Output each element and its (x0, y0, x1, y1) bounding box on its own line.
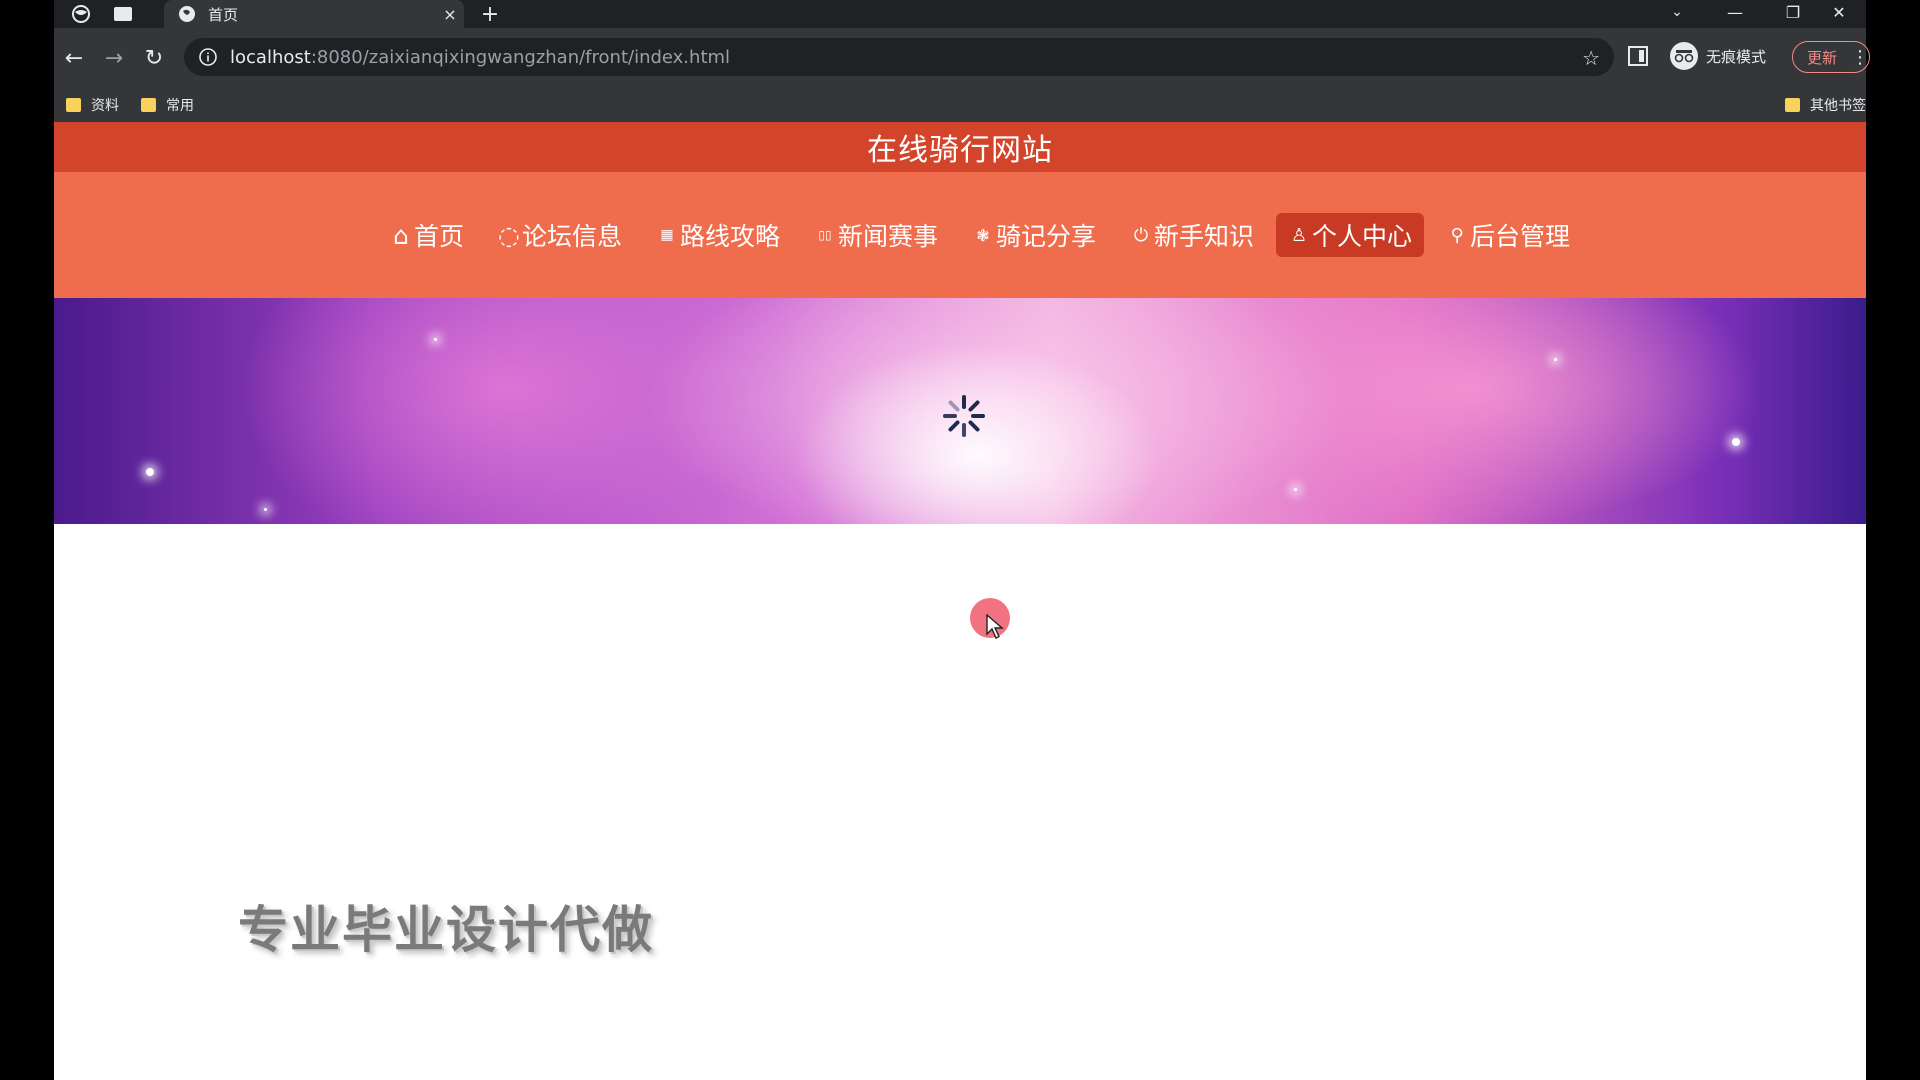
update-button[interactable]: 更新 ⋮ (1792, 41, 1870, 73)
tab-groups-icon[interactable] (104, 0, 142, 28)
site-header: 在线骑行网站 (54, 122, 1866, 172)
incognito-indicator[interactable]: 无痕模式 (1670, 42, 1766, 70)
tab-title: 首页 (208, 5, 239, 24)
menu-icon[interactable]: ⋮ (1851, 47, 1869, 68)
nav-label: 路线攻略 (679, 222, 780, 251)
link-icon: ⚲ (1450, 224, 1464, 246)
close-window-button[interactable]: ✕ (1810, 0, 1868, 24)
url-text: localhost:8080/zaixianqixingwangzhan/fro… (230, 46, 731, 68)
bookmark-star-icon[interactable]: ☆ (1582, 46, 1600, 70)
user-icon: ♙ (1290, 224, 1308, 246)
nav-item-admin[interactable]: ⚲ 后台管理 (1434, 213, 1582, 257)
banner-sparkle (434, 338, 437, 341)
nav-label: 个人中心 (1312, 222, 1413, 251)
home-icon: ⌂ (393, 220, 409, 250)
main-nav: ⌂ 首页 ◌ 论坛信息 ▦ 路线攻略 ▯▯ 新闻赛事 ❃ 骑记分享 ⏻ 新手知识… (54, 172, 1866, 298)
update-label: 更新 (1807, 48, 1838, 67)
banner-sparkle (264, 508, 267, 511)
banner-sparkle (1294, 488, 1297, 491)
web-page: 在线骑行网站 ⌂ 首页 ◌ 论坛信息 ▦ 路线攻略 ▯▯ 新闻赛事 ❃ 骑记分享… (54, 122, 1866, 1080)
incognito-label: 无痕模式 (1706, 47, 1767, 66)
news-icon: ▯▯ (818, 228, 832, 242)
browser-tab-strip: 首页 × + ⌄ — ❐ ✕ (54, 0, 1866, 28)
bookmark-label: 常用 (166, 98, 194, 114)
folder-icon (66, 98, 81, 112)
mouse-cursor-icon (986, 614, 1004, 639)
nav-label: 首页 (413, 222, 464, 251)
loading-spinner-icon (943, 395, 985, 437)
promo-watermark-text: 专业毕业设计代做 (238, 901, 654, 959)
address-bar[interactable]: localhost:8080/zaixianqixingwangzhan/fro… (184, 38, 1614, 76)
banner-sparkle (1732, 438, 1740, 446)
nav-item-beginner[interactable]: ⏻ 新手知识 (1118, 213, 1266, 257)
forum-icon: ◌ (498, 220, 520, 250)
minimize-button[interactable]: — (1706, 0, 1764, 24)
reload-button[interactable]: ↻ (138, 42, 170, 74)
bookmark-folder-ziliao[interactable]: 资料 (66, 95, 119, 115)
other-bookmarks-folder[interactable]: 其他书签 (1785, 95, 1866, 115)
nav-item-personal-center[interactable]: ♙ 个人中心 (1276, 213, 1425, 257)
side-panel-icon[interactable] (1628, 46, 1648, 66)
bookmark-label: 资料 (91, 98, 119, 114)
route-icon: ▦ (660, 227, 674, 243)
nav-item-share[interactable]: ❃ 骑记分享 (960, 213, 1108, 257)
tab-search-icon[interactable]: ⌄ (1648, 0, 1706, 24)
globe-icon (178, 5, 196, 23)
banner-sparkle (146, 468, 154, 476)
banner-sparkle (1554, 358, 1557, 361)
nav-item-news[interactable]: ▯▯ 新闻赛事 (802, 213, 950, 257)
bookmarks-bar: 资料 常用 其他书签 (54, 88, 1866, 122)
back-button[interactable]: ← (58, 42, 90, 74)
folder-icon (1785, 98, 1800, 112)
new-tab-button[interactable]: + (474, 0, 506, 28)
forward-button[interactable]: → (98, 42, 130, 74)
nav-item-home[interactable]: ⌂ 首页 (378, 213, 476, 257)
banner-carousel[interactable] (54, 298, 1866, 524)
nav-label: 新闻赛事 (837, 222, 938, 251)
browser-toolbar: ← → ↻ localhost:8080/zaixianqixingwangzh… (54, 28, 1870, 88)
nav-label: 后台管理 (1470, 222, 1571, 251)
site-title: 在线骑行网站 (867, 133, 1053, 168)
share-icon: ❃ (976, 225, 990, 245)
site-info-icon[interactable] (198, 47, 218, 67)
tab-home[interactable]: 首页 × (164, 0, 464, 28)
browser-logo-icon[interactable] (62, 0, 100, 28)
incognito-icon (1670, 42, 1698, 70)
nav-label: 骑记分享 (996, 222, 1097, 251)
other-bookmarks-label: 其他书签 (1810, 98, 1866, 114)
folder-icon (141, 98, 156, 112)
bookmark-folder-changyong[interactable]: 常用 (141, 95, 194, 115)
nav-item-forum[interactable]: ◌ 论坛信息 (486, 213, 634, 257)
nav-item-routes[interactable]: ▦ 路线攻略 (644, 213, 792, 257)
nav-label: 新手知识 (1154, 222, 1255, 251)
nav-label: 论坛信息 (521, 222, 622, 251)
knowledge-icon: ⏻ (1133, 224, 1149, 246)
main-content: 专业毕业设计代做 (54, 524, 1866, 1080)
tab-close-icon[interactable]: × (436, 5, 464, 24)
